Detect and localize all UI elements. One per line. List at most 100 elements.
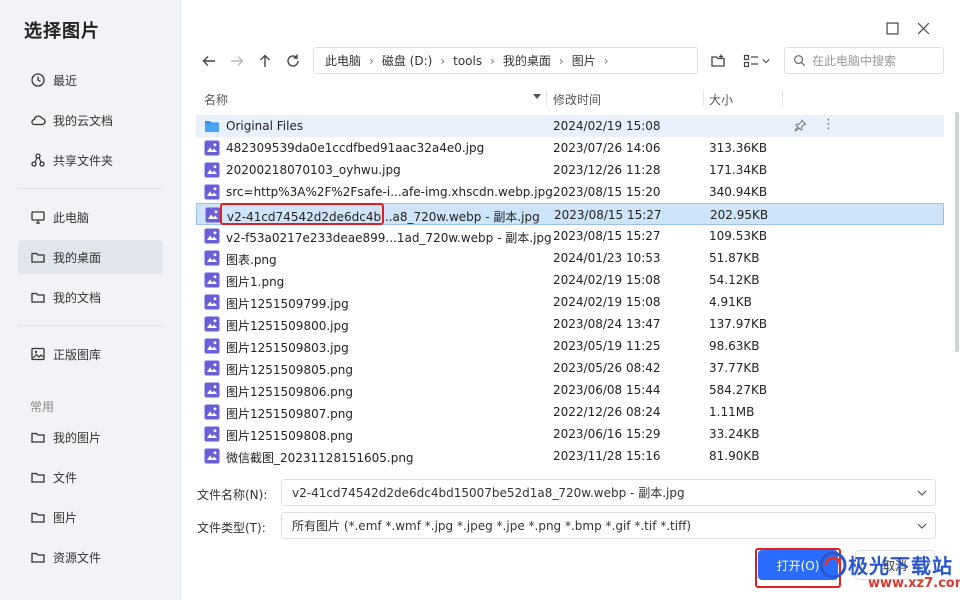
- file-row[interactable]: 图片1251509800.jpg 2023/08/24 13:47 137.97KB: [196, 313, 944, 335]
- sidebar: 选择图片 最近 我的云文档 共享文件夹 此电脑 我的桌面 我的文档 正版图库 常…: [0, 0, 181, 600]
- file-size: 81.90KB: [709, 449, 760, 463]
- folder-icon: [30, 289, 46, 305]
- file-row[interactable]: 图片1251509807.png 2022/12/26 08:24 1.11MB: [196, 401, 944, 423]
- file-date: 2024/02/19 15:08: [553, 273, 661, 287]
- open-button[interactable]: 打开(O): [758, 550, 838, 580]
- more-options-icon[interactable]: ⋮: [822, 118, 835, 134]
- file-name: 图表.png: [226, 253, 277, 267]
- file-row[interactable]: v2-41cd74542d2de6dc4b...a8_720w.webp - 副…: [196, 203, 944, 225]
- file-size: 584.27KB: [709, 383, 768, 397]
- chevron-right-icon: ›: [440, 53, 446, 68]
- breadcrumb-item[interactable]: 磁盘 (D:): [382, 52, 432, 69]
- sidebar-item-recent[interactable]: 最近: [18, 63, 163, 97]
- search-input[interactable]: [812, 53, 932, 68]
- folder-icon: [30, 249, 46, 265]
- file-size: 202.95KB: [710, 208, 769, 222]
- file-row[interactable]: 图片1251509806.png 2023/06/08 15:44 584.27KB: [196, 379, 944, 401]
- file-row[interactable]: src=http%3A%2F%2Fsafe-i...afe-img.xhscdn…: [196, 181, 944, 203]
- pin-icon[interactable]: [794, 119, 807, 132]
- chevron-right-icon: ›: [558, 53, 564, 68]
- view-mode-button[interactable]: [740, 49, 772, 73]
- file-row[interactable]: v2-f53a0217e233deae899...1ad_720w.webp -…: [196, 225, 944, 247]
- sidebar-item-documents[interactable]: 我的文档: [18, 280, 163, 314]
- dialog-title: 选择图片: [24, 21, 100, 42]
- image-file-icon: [204, 228, 220, 244]
- sidebar-item-desktop[interactable]: 我的桌面: [18, 240, 163, 274]
- filename-label: 文件名称(N):: [197, 488, 268, 502]
- file-row[interactable]: 图片1251509805.png 2023/05/26 08:42 37.77KB: [196, 357, 944, 379]
- image-file-icon: [204, 338, 220, 354]
- up-button[interactable]: [253, 49, 277, 73]
- close-icon: [917, 22, 929, 34]
- breadcrumb-item[interactable]: tools: [453, 54, 482, 68]
- breadcrumb-item[interactable]: 此电脑: [325, 52, 361, 69]
- close-button[interactable]: [911, 16, 935, 40]
- refresh-button[interactable]: [281, 49, 305, 73]
- file-row[interactable]: 20200218070103_oyhwu.jpg 2023/12/26 11:28…: [196, 159, 944, 181]
- column-divider[interactable]: [546, 90, 547, 106]
- sidebar-item-label: 图片: [53, 510, 78, 525]
- sidebar-item-shared[interactable]: 共享文件夹: [18, 143, 163, 177]
- forward-button[interactable]: [225, 49, 249, 73]
- folder-row[interactable]: Original Files 2024/02/19 15:08 ⋮: [196, 115, 944, 137]
- column-header-name[interactable]: 名称: [204, 91, 228, 108]
- image-file-icon: [204, 162, 220, 178]
- file-date: 2023/08/15 15:20: [553, 185, 661, 199]
- sidebar-item-resources[interactable]: 资源文件: [18, 540, 163, 574]
- vertical-scrollbar[interactable]: [955, 112, 959, 352]
- monitor-icon: [30, 209, 46, 225]
- file-row[interactable]: 图片1.png 2024/02/19 15:08 54.12KB: [196, 269, 944, 291]
- file-size: 109.53KB: [709, 229, 768, 243]
- file-row[interactable]: 图片1251509799.jpg 2024/02/19 15:08 4.91KB: [196, 291, 944, 313]
- column-divider[interactable]: [703, 90, 704, 106]
- file-name: 图片1251509805.png: [226, 363, 354, 377]
- filename-combobox[interactable]: v2-41cd74542d2de6dc4bd15007be52d1a8_720w…: [281, 479, 936, 506]
- file-size: 137.97KB: [709, 317, 768, 331]
- chevron-down-icon[interactable]: [917, 488, 927, 498]
- folder-icon: [30, 469, 46, 485]
- sidebar-item-label: 我的图片: [53, 430, 102, 445]
- new-folder-button[interactable]: [707, 49, 729, 73]
- sidebar-item-cloud-docs[interactable]: 我的云文档: [18, 103, 163, 137]
- image-file-icon: [204, 316, 220, 332]
- file-date: 2023/05/26 08:42: [553, 361, 661, 375]
- sidebar-item-files[interactable]: 文件: [18, 460, 163, 494]
- file-size: 51.87KB: [709, 251, 760, 265]
- folder-icon: [30, 509, 46, 525]
- sidebar-item-my-pictures[interactable]: 我的图片: [18, 420, 163, 454]
- back-button[interactable]: [197, 49, 221, 73]
- file-size: 4.91KB: [709, 295, 752, 309]
- chevron-down-icon[interactable]: [917, 521, 927, 531]
- cancel-button[interactable]: 取消: [855, 550, 935, 580]
- folder-icon: [30, 429, 46, 445]
- sidebar-item-gallery[interactable]: 正版图库: [18, 337, 163, 371]
- search-icon: [794, 55, 806, 67]
- sidebar-item-pictures[interactable]: 图片: [18, 500, 163, 534]
- file-row[interactable]: 图表.png 2024/01/23 10:53 51.87KB: [196, 247, 944, 269]
- column-header-size[interactable]: 大小: [709, 91, 733, 108]
- file-date: 2023/08/15 15:27: [554, 208, 662, 222]
- file-row[interactable]: 图片1251509803.jpg 2023/05/19 11:25 98.63KB: [196, 335, 944, 357]
- file-row[interactable]: 482309539da0e1ccdfbed91aac32a4e0.jpg 2023…: [196, 137, 944, 159]
- sidebar-item-this-pc[interactable]: 此电脑: [18, 200, 163, 234]
- image-file-icon: [204, 140, 220, 156]
- divider: [18, 188, 163, 189]
- breadcrumb-item[interactable]: 我的桌面: [503, 52, 551, 69]
- column-divider[interactable]: [782, 90, 783, 106]
- file-row[interactable]: 微信截图_20231128151605.png 2023/11/28 15:16 8…: [196, 445, 944, 467]
- share-icon: [30, 152, 46, 168]
- file-name: 图片1251509808.png: [226, 429, 354, 443]
- breadcrumb-item[interactable]: 图片: [572, 52, 596, 69]
- file-size: 37.77KB: [709, 361, 760, 375]
- file-row[interactable]: 图片1251509808.png 2023/06/16 15:29 33.24KB: [196, 423, 944, 445]
- file-name: 图片1251509800.jpg: [226, 319, 349, 333]
- maximize-button[interactable]: [880, 16, 904, 40]
- sidebar-item-label: 最近: [53, 73, 78, 88]
- sidebar-item-label: 文件: [53, 470, 78, 485]
- file-size: 171.34KB: [709, 163, 768, 177]
- filetype-select[interactable]: 所有图片 (*.emf *.wmf *.jpg *.jpeg *.jpe *.p…: [281, 512, 936, 539]
- sidebar-section-common: 常用: [30, 400, 55, 414]
- column-header-date[interactable]: 修改时间: [553, 91, 601, 108]
- image-file-icon: [204, 448, 220, 464]
- list-header: 名称 修改时间 大小: [196, 86, 944, 110]
